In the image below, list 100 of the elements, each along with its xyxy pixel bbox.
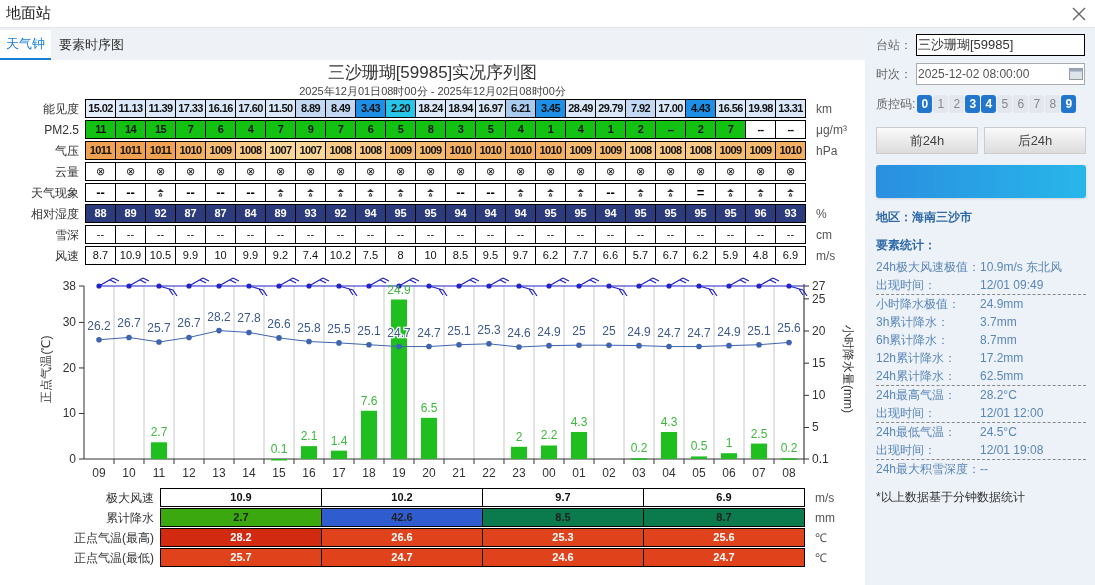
data-label: 0.2: [780, 441, 798, 456]
table-cell: 4: [506, 120, 536, 139]
table-cell: =: [686, 183, 716, 202]
next-24h-button[interactable]: 后24h: [984, 127, 1086, 154]
tab[interactable]: 天气钟: [0, 30, 51, 60]
axis-tick-label: 19: [392, 466, 406, 480]
table-cell: 6.6: [596, 246, 626, 265]
table-cell: 8: [416, 120, 446, 139]
unit-label: mm: [814, 509, 835, 527]
shower-icon: [786, 188, 795, 197]
table-cell: 3: [446, 120, 476, 139]
qc-code-toggle[interactable]: 0: [917, 95, 933, 113]
axis-tick-label: 11: [152, 466, 166, 480]
table-cell: 1010: [506, 141, 536, 160]
table-cell: 94: [446, 204, 476, 223]
table-cell: 9.2: [266, 246, 296, 265]
axis-tick-label: 0: [69, 452, 76, 466]
table-cell: 17.33: [176, 99, 206, 118]
shower-icon: [576, 188, 585, 197]
stat-label: 出现时间：: [876, 442, 937, 459]
qc-code-toggle[interactable]: 2: [949, 95, 965, 113]
row-label: 风速: [54, 247, 80, 265]
qc-code-toggle[interactable]: 6: [1013, 95, 1029, 113]
field-label: 台站：: [876, 37, 913, 54]
station-field[interactable]: 三沙珊瑚[59985]: [916, 34, 1085, 56]
qc-code-toggle[interactable]: 8: [1045, 95, 1061, 113]
precipitation-bar: [421, 417, 437, 459]
axis-tick-label: 23: [512, 466, 526, 480]
qc-code-toggle[interactable]: 1: [933, 95, 949, 113]
table-cell: 5: [476, 120, 506, 139]
table-cell: 1008: [326, 141, 356, 160]
table-cell: 16.97: [476, 99, 506, 118]
shower-icon: [336, 188, 345, 197]
table-cell: 4: [236, 120, 266, 139]
axis-tick-label: 38: [62, 279, 76, 293]
table-cell: 26.6: [322, 528, 483, 547]
row-label: 相对湿度: [30, 205, 80, 223]
table-cell: 1009: [746, 141, 776, 160]
stat-value: 24.9mm: [980, 296, 1024, 313]
table-cell: 9: [296, 120, 326, 139]
table-cell: 10.2: [322, 488, 483, 507]
tab[interactable]: 要素时序图: [51, 30, 132, 60]
axis-tick-label: 03: [632, 466, 646, 480]
table-cell: 7: [266, 120, 296, 139]
table-cell: 7.4: [296, 246, 326, 265]
table-cell: 94: [356, 204, 386, 223]
precipitation-bar: [541, 445, 557, 459]
table-cell: --: [356, 225, 386, 244]
field-label: 质控码:: [876, 96, 916, 113]
table-cell: 29.79: [596, 99, 626, 118]
row-label: 极大风速: [105, 489, 155, 507]
qc-code-toggle[interactable]: 3: [965, 95, 981, 113]
data-label: 4.3: [570, 415, 588, 429]
time-field[interactable]: 2025-12-02 08:00:00: [916, 63, 1085, 85]
table-cell: 42.6: [322, 508, 483, 527]
data-label: 2.5: [750, 426, 768, 441]
qc-code-toggle[interactable]: 7: [1029, 95, 1045, 113]
data-label: 25: [602, 324, 616, 339]
unit-label: m/s: [815, 247, 836, 265]
table-cell: 28.2: [161, 528, 322, 547]
axis-tick-label: 27: [812, 279, 826, 293]
chart-title: 三沙珊瑚[59985]实况序列图: [327, 62, 538, 84]
table-cell: 1007: [266, 141, 296, 160]
data-label: 25.7: [147, 321, 171, 335]
table-cell: 96: [746, 204, 776, 223]
table-cell: ⊗: [176, 162, 206, 181]
table-cell: 9.7: [483, 488, 644, 507]
table-cell: 11.39: [146, 99, 176, 118]
table-cell: 8.7: [644, 508, 805, 527]
table-cell: 95: [536, 204, 566, 223]
qc-code-toggle[interactable]: 5: [997, 95, 1013, 113]
table-cell: --: [416, 225, 446, 244]
table-cell: --: [476, 183, 506, 202]
table-cell: 1008: [686, 141, 716, 160]
data-label: 25.6: [777, 321, 801, 336]
axis-tick-label: 18: [362, 466, 376, 480]
data-point: [426, 343, 432, 350]
precipitation-bar: [661, 432, 677, 459]
table-cell: 11.50: [266, 99, 296, 118]
table-cell: 95: [386, 204, 416, 223]
qc-code-toggle[interactable]: 4: [981, 95, 997, 113]
shower-icon: [516, 188, 525, 197]
axis-title: 正点气温(℃): [39, 335, 53, 403]
previous-24h-button[interactable]: 前24h: [876, 127, 978, 154]
table-cell: 87: [206, 204, 236, 223]
data-point: [456, 341, 462, 348]
table-cell: 2.7: [161, 508, 322, 527]
table-cell: 6.9: [776, 246, 806, 265]
data-point: [246, 329, 252, 336]
row-label: 气压: [54, 142, 80, 160]
table-cell: 95: [686, 204, 716, 223]
table-cell: --: [536, 225, 566, 244]
table-cell: 1010: [446, 141, 476, 160]
table-cell: 95: [716, 204, 746, 223]
table-cell: 7: [716, 120, 746, 139]
stat-value: 24.5°C: [980, 424, 1017, 441]
data-point: [186, 334, 192, 341]
table-cell: --: [176, 183, 206, 202]
qc-code-toggle[interactable]: 9: [1061, 95, 1077, 113]
table-cell: --: [776, 120, 806, 139]
